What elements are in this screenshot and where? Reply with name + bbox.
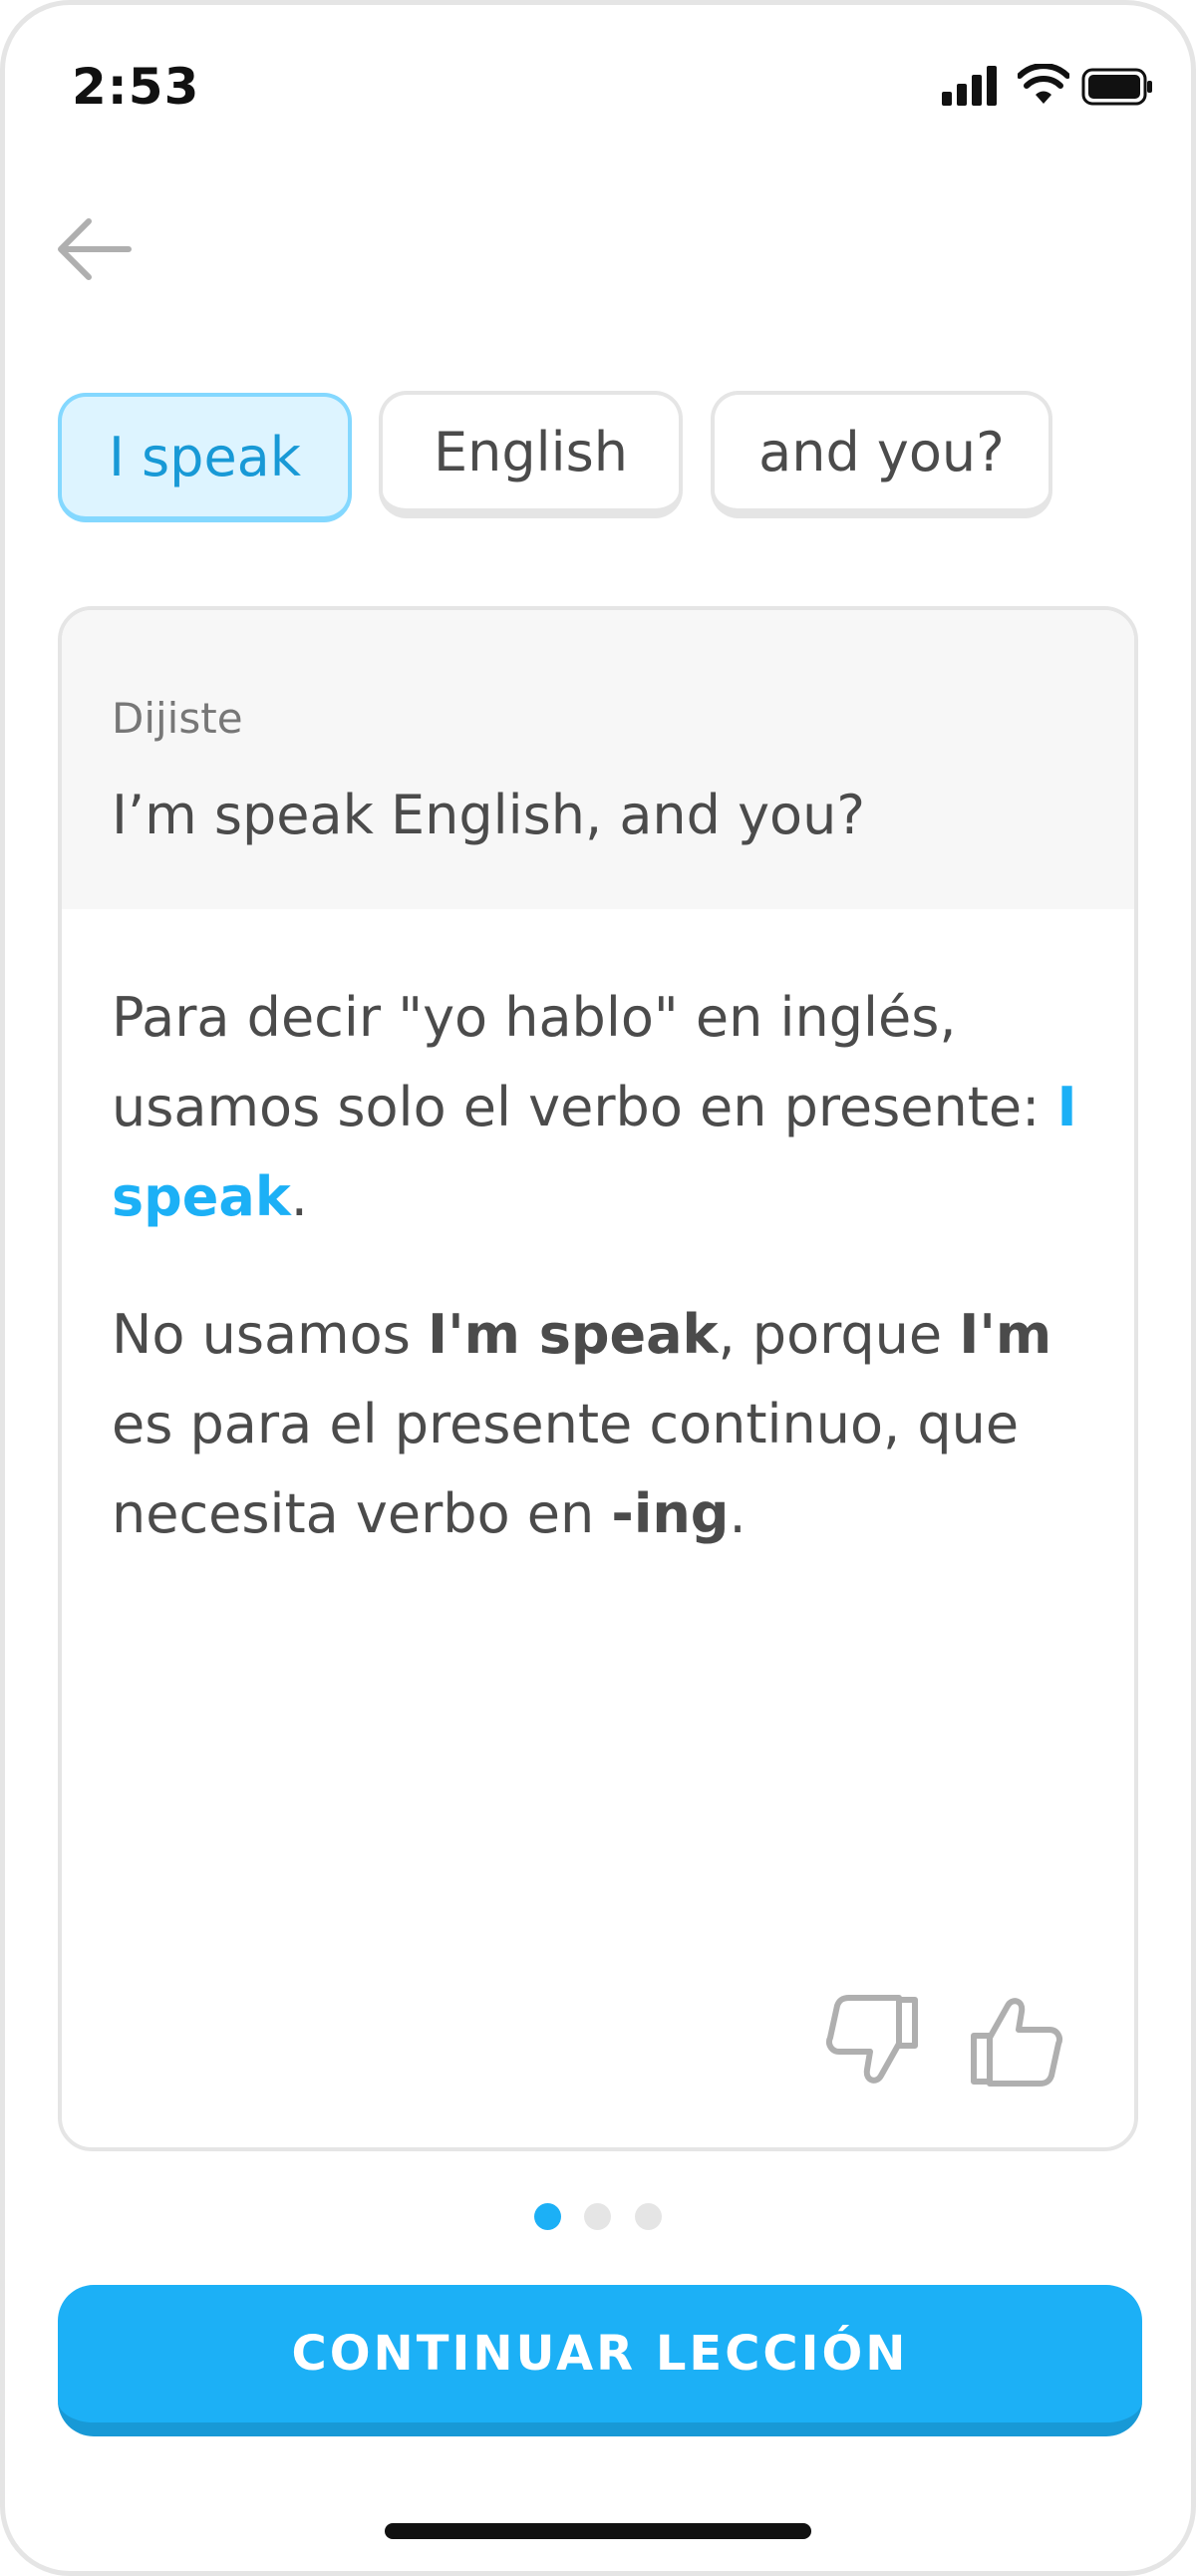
- page-dot-3: [635, 2203, 662, 2230]
- battery-icon: [1081, 68, 1152, 106]
- continue-lesson-button[interactable]: CONTINUAR LECCIÓN: [58, 2285, 1142, 2436]
- status-time: 2:53: [72, 58, 200, 116]
- para1-end: .: [290, 1165, 308, 1228]
- continue-lesson-label: CONTINUAR LECCIÓN: [291, 2326, 909, 2382]
- explanation-card: Dijiste I’m speak English, and you? Para…: [58, 606, 1138, 2151]
- explanation-paragraph-1: Para decir "yo hablo" en inglés, usamos …: [112, 973, 1084, 1242]
- para2-bold1: I'm speak: [428, 1303, 719, 1366]
- chip-label: English: [434, 420, 628, 483]
- para2-end: .: [729, 1482, 747, 1545]
- back-arrow-icon: [58, 218, 132, 280]
- para2-part3: es para el presente continuo, que necesi…: [112, 1393, 1020, 1545]
- para2-part1: No usamos: [112, 1303, 428, 1366]
- chip-i-speak[interactable]: I speak: [58, 393, 352, 522]
- thumbs-up-icon: [971, 1998, 1062, 2087]
- back-button[interactable]: [55, 209, 135, 289]
- page-dot-2: [584, 2203, 611, 2230]
- home-indicator[interactable]: [385, 2523, 811, 2539]
- thumbs-up-button[interactable]: [962, 1986, 1071, 2095]
- feedback-buttons: [817, 1986, 1066, 2095]
- chip-label: and you?: [758, 420, 1005, 483]
- said-text: I’m speak English, and you?: [112, 784, 865, 846]
- signal-icon: [942, 66, 997, 106]
- status-bar: 2:53: [0, 0, 1196, 179]
- said-label: Dijiste: [112, 694, 243, 743]
- chip-english[interactable]: English: [379, 391, 683, 518]
- chip-and-you[interactable]: and you?: [711, 391, 1052, 518]
- explanation-body: Para decir "yo hablo" en inglés, usamos …: [62, 909, 1134, 1559]
- para1-text: Para decir "yo hablo" en inglés, usamos …: [112, 986, 1057, 1138]
- thumbs-down-button[interactable]: [817, 1986, 927, 2095]
- page-indicator: [0, 2203, 1196, 2231]
- status-icons: [942, 64, 1152, 116]
- thumbs-down-icon: [826, 1995, 918, 2084]
- para2-bold2: I'm: [959, 1303, 1052, 1366]
- wifi-icon: [1018, 64, 1069, 104]
- explanation-paragraph-2: No usamos I'm speak, porque I'm es para …: [112, 1290, 1084, 1559]
- chip-label: I speak: [108, 425, 302, 488]
- para2-part2: , porque: [718, 1303, 960, 1366]
- page-dot-1: [534, 2203, 561, 2230]
- said-section: Dijiste I’m speak English, and you?: [62, 610, 1134, 909]
- para2-bold3: -ing: [611, 1482, 730, 1545]
